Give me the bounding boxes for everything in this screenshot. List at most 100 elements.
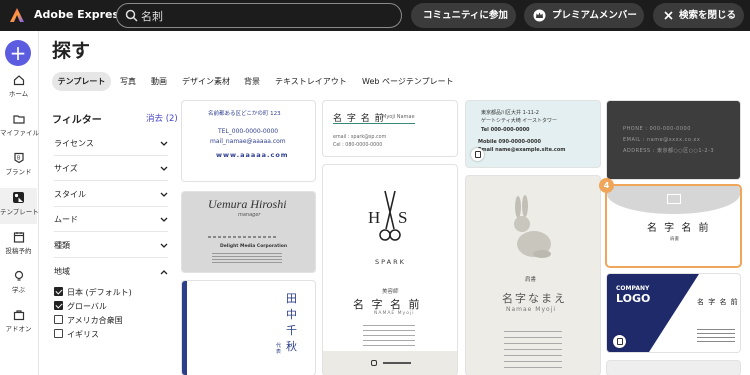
- template-card[interactable]: [607, 361, 740, 375]
- card-text: Uemura Hiroshi: [208, 197, 287, 211]
- calendar-icon: [13, 232, 24, 243]
- region-option-japan[interactable]: 日本 (デフォルト): [54, 287, 132, 298]
- card-detail-lines: [208, 236, 278, 238]
- card-text: manager: [238, 212, 261, 218]
- scissors-logo-icon: H S: [368, 190, 407, 241]
- tab-design-assets[interactable]: デザイン素材: [182, 72, 230, 91]
- card-text: Delight Media Corporation: [220, 244, 288, 249]
- card-text: mail_namae@aaaaa.com: [210, 138, 286, 145]
- option-label: 日本 (デフォルト): [67, 288, 132, 297]
- sidebar-item-label: ブランド: [5, 168, 32, 176]
- create-new-button[interactable]: +: [5, 40, 31, 66]
- sidebar-item-addons[interactable]: アドオン: [0, 309, 37, 333]
- checkbox[interactable]: [54, 315, 63, 324]
- filter-mood[interactable]: ムード: [54, 208, 168, 232]
- tab-templates[interactable]: テンプレート: [52, 72, 111, 91]
- card-text: 名 字 名 前: [353, 298, 422, 311]
- checkbox[interactable]: [54, 301, 63, 310]
- brand-icon: B: [13, 152, 24, 164]
- card-text: Tel 000-000-0000: [481, 127, 530, 133]
- svg-text:B: B: [17, 156, 21, 162]
- region-option-usa[interactable]: アメリカ合衆国: [54, 315, 123, 326]
- close-search-button[interactable]: 検索を閉じる: [653, 3, 744, 28]
- tab-photos[interactable]: 写真: [120, 72, 136, 91]
- copy-template-button[interactable]: [613, 335, 626, 348]
- sidebar-item-my-files[interactable]: マイファイル: [0, 113, 39, 137]
- card-text: www.aaaaa.com: [216, 151, 289, 159]
- template-card[interactable]: PHONE : 000-000-0000 EMAIL : name@xxxx.c…: [607, 101, 740, 179]
- top-bar: Adobe Express コミュニティに参加 プレミアムメンバー 検索を閉じる: [0, 0, 750, 31]
- sidebar-item-templates[interactable]: テンプレート: [0, 188, 39, 224]
- search-input[interactable]: [141, 7, 391, 24]
- tab-backgrounds[interactable]: 背景: [244, 72, 260, 91]
- card-text: 名字なまえ: [502, 292, 567, 305]
- template-card[interactable]: 名 字 名 前 Myoji Namae email : spark@sp.com…: [323, 101, 457, 156]
- sidebar-item-brand[interactable]: B ブランド: [0, 152, 37, 176]
- template-card[interactable]: 東京都品川区大井 1-11-2 ゲートシティ大崎 イーストタワー Tel 000…: [466, 101, 600, 167]
- template-card-selected[interactable]: 名 字 名 前 肩書: [607, 186, 740, 266]
- community-label: コミュニティに参加: [423, 10, 508, 21]
- clear-filters-link[interactable]: 消去 (2): [146, 112, 178, 124]
- filter-label: スタイル: [54, 190, 86, 199]
- card-text: LOGO: [616, 292, 651, 305]
- card-text: 肩書: [670, 237, 679, 242]
- filter-type[interactable]: 種類: [54, 234, 168, 258]
- community-button[interactable]: コミュニティに参加: [411, 3, 516, 28]
- sidebar-item-label: マイファイル: [0, 129, 39, 137]
- filter-label: サイズ: [54, 164, 78, 173]
- template-card[interactable]: 肩書 名字なまえ Namae Myoji: [466, 176, 600, 375]
- card-text: 名前都ある区どこかの町 123: [208, 111, 281, 117]
- template-card[interactable]: 田中千秋 代表: [182, 281, 315, 375]
- sidebar-item-home[interactable]: ホーム: [0, 74, 37, 98]
- card-detail-lines: [363, 322, 415, 346]
- card-text: Myoji Namae: [382, 114, 415, 120]
- filter-style[interactable]: スタイル: [54, 183, 168, 207]
- card-text: SPARK: [375, 258, 406, 266]
- close-icon: [664, 11, 673, 20]
- tab-web-pages[interactable]: Web ページテンプレート: [362, 72, 454, 91]
- search-bar[interactable]: [116, 3, 402, 28]
- instagram-icon: [371, 360, 377, 366]
- sidebar-item-label: ホーム: [8, 90, 29, 98]
- card-detail-lines: [212, 253, 282, 263]
- lightbulb-icon: [14, 270, 23, 281]
- sidebar-item-label: アドオン: [5, 325, 32, 333]
- card-text: ADDRESS : 東京都○○区○○1-2-3: [623, 148, 715, 154]
- chevron-down-icon: [160, 192, 168, 197]
- chevron-down-icon: [160, 217, 168, 222]
- filter-license[interactable]: ライセンス: [54, 132, 168, 156]
- checkbox[interactable]: [54, 287, 63, 296]
- filter-label: 種類: [54, 241, 70, 250]
- selection-count-badge: 4: [599, 178, 614, 193]
- card-text: TEL_000-0000-0000: [218, 128, 279, 135]
- card-text: 美容師: [382, 289, 399, 295]
- folder-icon: [12, 115, 25, 124]
- filter-size[interactable]: サイズ: [54, 157, 168, 181]
- sidebar-item-schedule[interactable]: 投稿予約: [0, 231, 37, 255]
- sidebar-item-label: 投稿予約: [5, 247, 32, 255]
- card-text: Cel : 080-0000-0000: [333, 143, 383, 148]
- template-card[interactable]: 名前都ある区どこかの町 123 TEL_000-0000-0000 mail_n…: [182, 101, 315, 181]
- template-card[interactable]: H S SPARK 美容師 名 字 名 前 NAMAE Myoji: [323, 165, 457, 375]
- chevron-down-icon: [160, 141, 168, 146]
- filter-region[interactable]: 地域: [54, 260, 168, 284]
- sidebar-item-learn[interactable]: 学ぶ: [0, 270, 37, 294]
- page-title: 探す: [52, 40, 91, 62]
- region-option-uk[interactable]: イギリス: [54, 329, 99, 340]
- premium-button[interactable]: プレミアムメンバー: [524, 3, 644, 28]
- card-logo-mark: [667, 194, 681, 204]
- tab-text-layouts[interactable]: テキストレイアウト: [275, 72, 347, 91]
- adobe-express-logo-icon[interactable]: [9, 7, 25, 23]
- sidebar-item-label: 学ぶ: [12, 286, 25, 294]
- filter-label: 地域: [54, 267, 70, 276]
- chevron-down-icon: [160, 166, 168, 171]
- search-icon: [125, 9, 138, 22]
- option-label: アメリカ合衆国: [67, 316, 123, 325]
- template-card[interactable]: COMPANY LOGO 名 字 名 前: [607, 274, 740, 352]
- card-text: COMPANY: [616, 285, 650, 292]
- template-card[interactable]: Uemura Hiroshi manager Delight Media Cor…: [182, 192, 315, 272]
- checkbox[interactable]: [54, 329, 63, 338]
- region-option-global[interactable]: グローバル: [54, 301, 107, 312]
- tab-videos[interactable]: 動画: [151, 72, 167, 91]
- copy-template-button[interactable]: [471, 148, 484, 161]
